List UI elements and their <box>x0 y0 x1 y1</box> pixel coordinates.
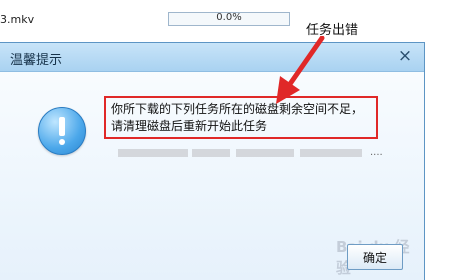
download-list-row: 3.mkv 0.0% <box>0 0 452 30</box>
background-window-edge <box>425 42 452 280</box>
info-icon-bar <box>59 117 65 136</box>
task-path-ellipsis: .... <box>370 147 383 158</box>
task-path-redacted <box>236 149 294 157</box>
task-path-redacted <box>192 149 230 157</box>
info-icon-dot <box>59 139 65 145</box>
task-path-redacted <box>118 149 188 157</box>
close-icon[interactable]: × <box>396 46 414 66</box>
warning-dialog: 温馨提示 × 你所下载的下列任务所在的磁盘剩余空间不足，请清理磁盘后重新开始此任… <box>0 42 425 280</box>
download-progress-text: 0.0% <box>216 12 242 23</box>
task-path-redacted <box>300 149 362 157</box>
download-filename: 3.mkv <box>0 13 35 26</box>
download-progress-bar: 0.0% <box>168 12 290 26</box>
red-arrow-icon <box>276 36 325 104</box>
ok-button[interactable]: 确定 <box>347 244 403 270</box>
info-icon <box>38 107 86 155</box>
dialog-title: 温馨提示 <box>10 53 63 68</box>
dialog-titlebar[interactable]: 温馨提示 × <box>0 43 424 72</box>
error-message: 你所下载的下列任务所在的磁盘剩余空间不足，请清理磁盘后重新开始此任务 <box>104 96 378 139</box>
